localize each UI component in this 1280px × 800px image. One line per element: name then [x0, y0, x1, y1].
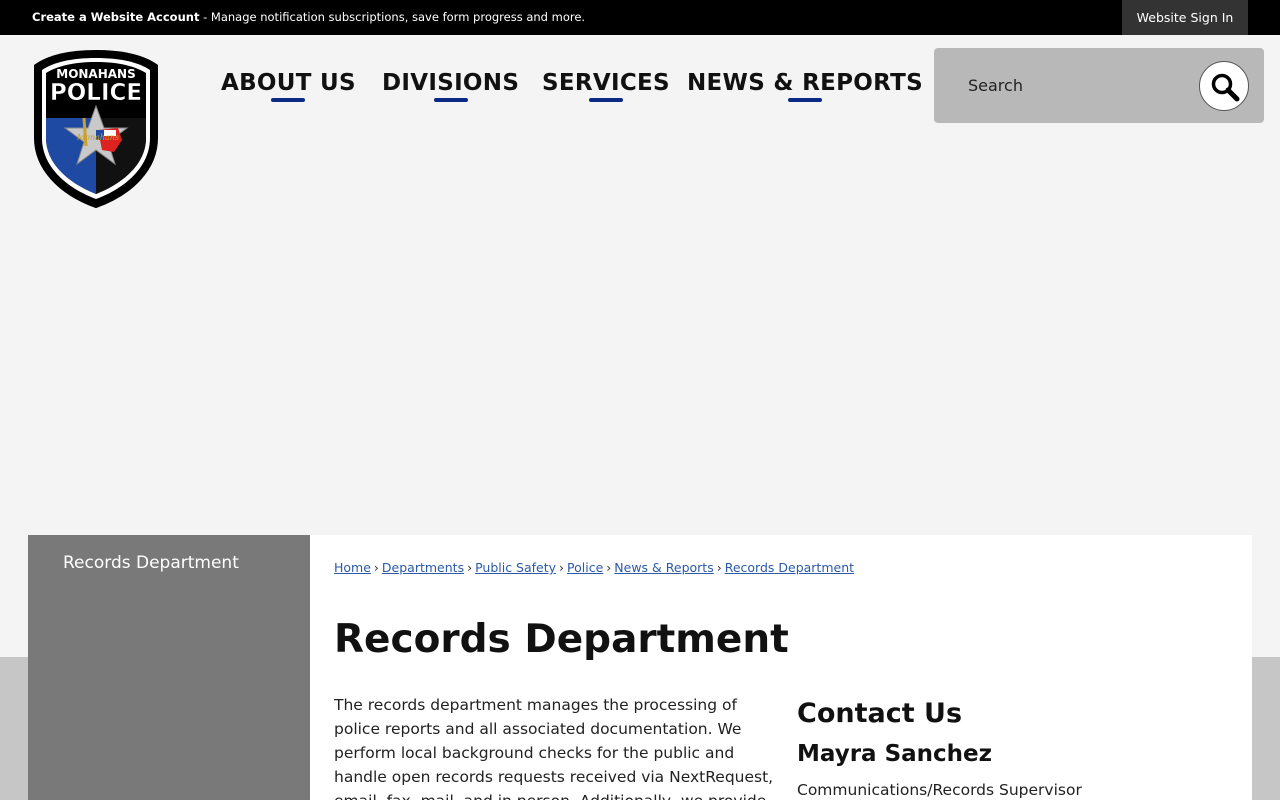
logo-text-top: MONAHANS	[56, 67, 136, 81]
nav-services-indicator	[588, 98, 623, 102]
nav-news-reports-label: NEWS & REPORTS	[687, 70, 923, 96]
intro-paragraph: The records department manages the proce…	[334, 696, 774, 800]
breadcrumb-news-reports[interactable]: News & Reports	[614, 560, 713, 575]
search-icon	[1211, 73, 1240, 102]
nav-divisions[interactable]: DIVISIONS	[382, 70, 520, 102]
search-box	[934, 48, 1264, 123]
nav-services[interactable]: SERVICES	[542, 70, 670, 102]
top-bar: Create a Website Account - Manage notifi…	[0, 0, 1280, 35]
nav-about-us-indicator	[271, 98, 306, 102]
logo-text-main: POLICE	[50, 80, 142, 106]
contact-name: Mayra Sanchez	[797, 741, 993, 767]
nav-services-label: SERVICES	[542, 70, 670, 96]
nav-about-us-label: ABOUT US	[221, 70, 356, 96]
breadcrumb-separator: ›	[716, 560, 722, 575]
breadcrumb: Home › Departments › Public Safety › Police › Ne…	[334, 560, 854, 575]
nav-about-us[interactable]: ABOUT US	[221, 70, 356, 102]
breadcrumb-records-department[interactable]: Records Department	[725, 560, 854, 575]
police-badge-logo[interactable]: MONAHANS POLICE Monahans	[30, 48, 162, 210]
sidebar-item-records-department[interactable]: Records Department	[63, 553, 239, 573]
breadcrumb-separator: ›	[559, 560, 565, 575]
contact-role: Communications/Records Supervisor	[797, 781, 1082, 799]
search-button[interactable]	[1199, 61, 1249, 111]
breadcrumb-departments[interactable]: Departments	[382, 560, 464, 575]
breadcrumb-public-safety[interactable]: Public Safety	[475, 560, 556, 575]
contact-heading: Contact Us	[797, 698, 963, 729]
nav-news-reports-indicator	[787, 98, 822, 102]
page-title: Records Department	[334, 617, 789, 662]
breadcrumb-police[interactable]: Police	[567, 560, 603, 575]
breadcrumb-separator: ›	[606, 560, 612, 575]
breadcrumb-home[interactable]: Home	[334, 560, 371, 575]
search-input[interactable]	[956, 70, 1206, 100]
create-account-link[interactable]: Create a Website Account	[32, 10, 199, 24]
main-content: Home › Departments › Public Safety › Police › Ne…	[310, 535, 1252, 800]
website-sign-in-button[interactable]: Website Sign In	[1122, 0, 1248, 35]
account-message-text: - Manage notification subscriptions, sav…	[199, 10, 586, 24]
nav-divisions-indicator	[433, 98, 468, 102]
nav-news-reports[interactable]: NEWS & REPORTS	[687, 70, 923, 102]
sidebar: Records Department	[28, 535, 310, 800]
account-message: Create a Website Account - Manage notifi…	[32, 10, 585, 24]
breadcrumb-separator: ›	[467, 560, 473, 575]
nav-divisions-label: DIVISIONS	[382, 70, 520, 96]
logo-text-city: Monahans	[76, 133, 119, 142]
breadcrumb-separator: ›	[373, 560, 379, 575]
